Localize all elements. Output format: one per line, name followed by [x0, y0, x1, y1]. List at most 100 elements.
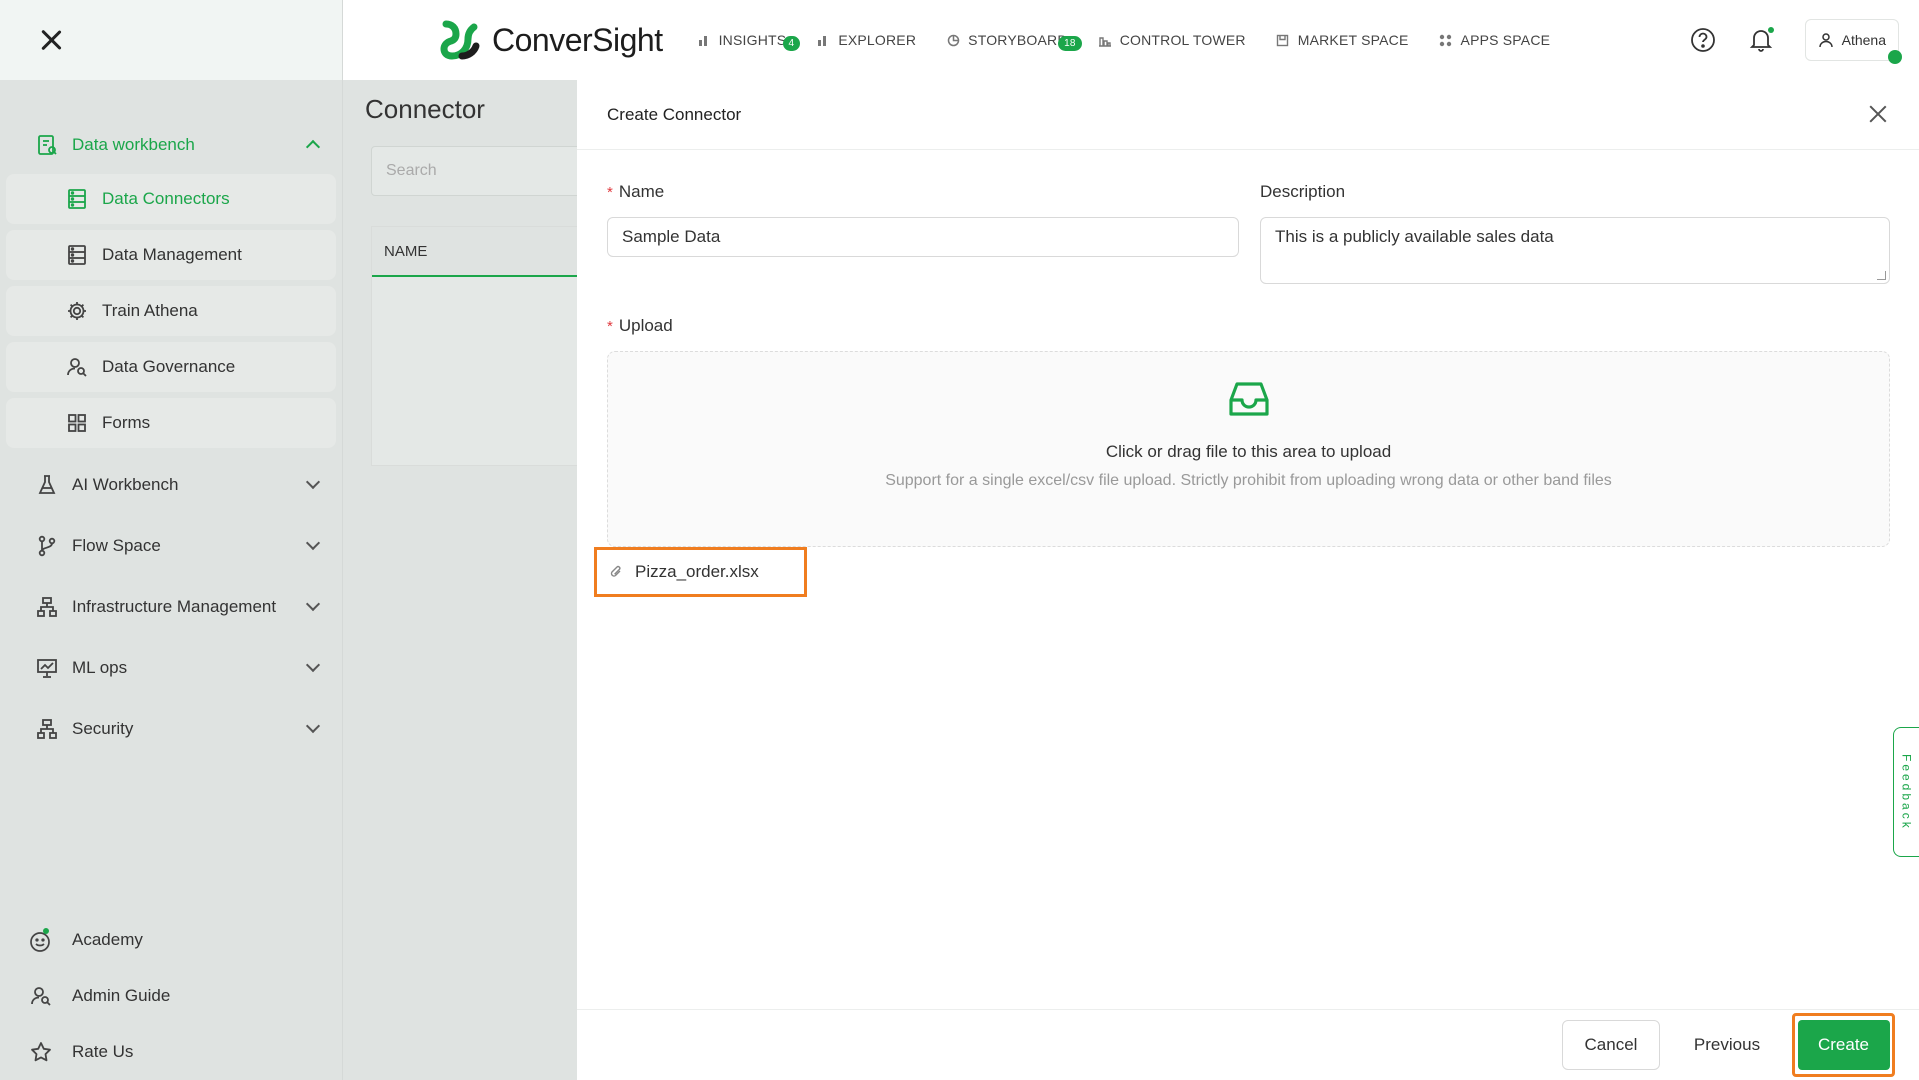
required-marker: *	[607, 318, 613, 335]
chevron-up-icon	[305, 139, 321, 155]
resize-handle-icon[interactable]	[1877, 271, 1886, 280]
uploaded-file[interactable]: Pizza_order.xlsx	[594, 547, 807, 597]
sidebar-bottom-links: Academy Admin Guide Rate Us	[0, 912, 343, 1080]
conversight-logo-icon	[440, 20, 480, 60]
nav-label: CONTROL TOWER	[1119, 32, 1246, 48]
bar-chart-icon	[697, 33, 711, 47]
brand-logo[interactable]: ConverSight	[440, 20, 663, 60]
sidebar-sub-list: Data Connectors Data Management Train At…	[0, 170, 342, 448]
nav-apps-space[interactable]: APPS SPACE	[1439, 32, 1551, 48]
hierarchy-icon	[36, 596, 58, 618]
feedback-tab[interactable]: Feedback	[1893, 727, 1919, 857]
previous-button[interactable]: Previous	[1678, 1020, 1776, 1070]
table-header-name: NAME	[372, 227, 590, 277]
sidebar-link-admin-guide[interactable]: Admin Guide	[0, 968, 343, 1024]
user-search-icon	[28, 983, 54, 1009]
upload-label-text: Upload	[618, 316, 673, 335]
sidebar-item-data-management[interactable]: Data Management	[6, 230, 336, 280]
apps-grid-icon	[1439, 33, 1453, 47]
search-input[interactable]: Search	[371, 146, 591, 196]
nav-insights[interactable]: INSIGHTS 4	[697, 32, 801, 51]
sidebar-item-data-connectors[interactable]: Data Connectors	[6, 174, 336, 224]
user-name: Athena	[1841, 32, 1886, 48]
user-status-icon	[1888, 50, 1902, 64]
sidebar-item-label: Security	[72, 718, 134, 738]
nav-label: STORYBOARD	[968, 32, 1068, 48]
nav-label: INSIGHTS	[718, 32, 787, 48]
name-label-text: Name	[618, 182, 665, 201]
grid-icon	[66, 412, 88, 434]
insights-badge: 4	[782, 36, 801, 51]
nav-explorer[interactable]: EXPLORER	[816, 32, 916, 48]
chevron-down-icon	[305, 474, 321, 489]
sidebar-item-infrastructure-management[interactable]: Infrastructure Management	[0, 576, 342, 637]
sidebar-item-label: Data Connectors	[102, 189, 230, 208]
close-sidebar-icon[interactable]	[38, 27, 64, 53]
gear-icon	[66, 300, 88, 322]
sidebar-item-label: Data Management	[102, 245, 242, 264]
header-actions: Athena	[1689, 0, 1902, 80]
nav-storyboard[interactable]: STORYBOARD 18	[946, 32, 1082, 51]
help-icon[interactable]	[1689, 26, 1717, 54]
close-drawer-icon[interactable]	[1867, 103, 1889, 125]
branch-icon	[36, 535, 58, 557]
user-menu-button[interactable]: Athena	[1804, 19, 1902, 64]
sidebar-item-ml-ops[interactable]: ML ops	[0, 637, 342, 698]
database-icon	[66, 188, 88, 210]
upload-dropzone[interactable]: Click or drag file to this area to uploa…	[607, 351, 1890, 547]
sidebar-item-label: Forms	[102, 413, 151, 432]
sidebar-item-flow-space[interactable]: Flow Space	[0, 515, 342, 576]
sidebar-item-data-governance[interactable]: Data Governance	[6, 342, 336, 392]
sidebar-link-academy[interactable]: Academy	[0, 912, 343, 968]
star-icon	[28, 1039, 54, 1065]
nav-label: EXPLORER	[838, 32, 917, 48]
create-connector-drawer: Create Connector * Name Sample Data Descr…	[577, 80, 1919, 1080]
brand-name: ConverSight	[492, 21, 663, 58]
upload-title: Click or drag file to this area to uploa…	[1105, 442, 1392, 461]
drawer-footer: Cancel Previous Create	[577, 1009, 1919, 1080]
bell-icon[interactable]	[1747, 26, 1775, 54]
chevron-down-icon	[305, 596, 321, 611]
sidebar-item-train-athena[interactable]: Train Athena	[6, 286, 336, 336]
description-textarea[interactable]: This is a publicly available sales data	[1260, 217, 1890, 284]
name-label: * Name	[607, 182, 664, 202]
sidebar-item-label: Data Governance	[102, 357, 236, 376]
nav-label: MARKET SPACE	[1297, 32, 1409, 48]
academy-icon	[28, 927, 54, 953]
sidebar-link-label: Admin Guide	[72, 986, 171, 1005]
nav-market-space[interactable]: MARKET SPACE	[1276, 32, 1409, 48]
sidebar-link-label: Rate Us	[72, 1042, 134, 1061]
file-name: Pizza_order.xlsx	[635, 562, 759, 581]
sidebar-group-data-workbench[interactable]: Data workbench	[0, 120, 342, 170]
create-button[interactable]: Create	[1797, 1020, 1890, 1070]
upload-label: * Upload	[607, 316, 673, 336]
feedback-label: Feedback	[1899, 753, 1914, 831]
cancel-button[interactable]: Cancel	[1562, 1020, 1660, 1070]
nav-control-tower[interactable]: CONTROL TOWER	[1098, 32, 1246, 48]
drawer-title: Create Connector	[607, 104, 742, 124]
sidebar-item-label: ML ops	[72, 657, 128, 677]
user-icon	[1818, 32, 1834, 48]
sidebar-link-rate-us[interactable]: Rate Us	[0, 1024, 343, 1080]
pie-chart-icon	[946, 33, 960, 47]
paperclip-icon	[609, 564, 625, 580]
sidebar-link-label: Academy	[72, 930, 143, 949]
server-icon	[66, 244, 88, 266]
top-nav: INSIGHTS 4 EXPLORER STORYBOARD 18 CONTRO…	[697, 32, 1581, 51]
sidebar-item-label: AI Workbench	[72, 474, 179, 494]
presentation-chart-icon	[36, 657, 58, 679]
name-input[interactable]: Sample Data	[607, 217, 1239, 257]
inbox-icon	[1227, 376, 1271, 420]
notification-dot	[1767, 27, 1774, 33]
connector-table: NAME	[371, 226, 591, 466]
sidebar-item-ai-workbench[interactable]: AI Workbench	[0, 454, 342, 515]
storyboard-badge: 18	[1058, 36, 1082, 51]
workbench-icon	[36, 134, 58, 156]
sidebar-item-security[interactable]: Security	[0, 698, 342, 759]
hierarchy-icon	[36, 718, 58, 740]
upload-hint: Support for a single excel/csv file uplo…	[885, 472, 1612, 489]
create-button-highlight: Create	[1792, 1013, 1895, 1077]
description-label: Description	[1260, 182, 1346, 201]
sidebar-item-forms[interactable]: Forms	[6, 398, 336, 448]
chevron-down-icon	[305, 535, 321, 550]
